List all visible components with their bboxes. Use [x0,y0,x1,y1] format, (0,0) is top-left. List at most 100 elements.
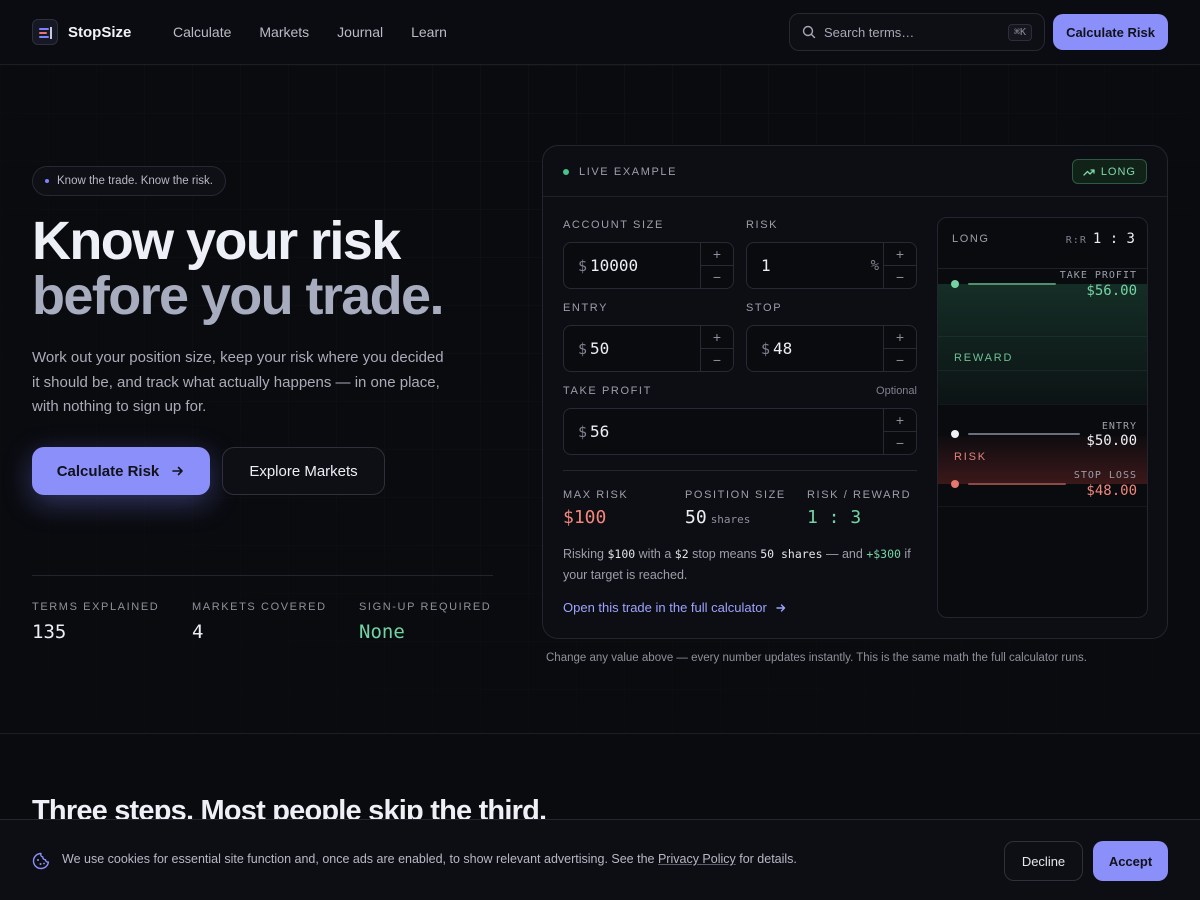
open-full-calculator-link[interactable]: Open this trade in the full calculator [563,600,787,615]
nav-link-calculate[interactable]: Calculate [173,24,231,40]
risk-label: RISK [746,219,779,231]
arrow-right-icon [776,603,785,612]
decline-cookies-button[interactable]: Decline [1004,841,1083,881]
optional-label: Optional [876,385,917,397]
chart-rr: R:R 1 : 3 [1066,231,1135,247]
section-divider [0,733,1200,734]
main-nav: Calculate Markets Journal Learn [173,24,447,40]
account-size-stepper: + − [700,243,733,288]
entry-price: $50.00 [1086,433,1137,449]
stat-value: 4 [192,621,204,643]
increment-button[interactable]: + [884,243,916,266]
nav-link-journal[interactable]: Journal [337,24,383,40]
risk-label: RISK [954,451,987,463]
cookie-text: We use cookies for essential site functi… [62,852,658,866]
stat-markets: MARKETS COVERED 4 [192,601,327,643]
explain-text: — and [822,547,867,561]
increment-button[interactable]: + [701,243,733,266]
direction-badge-label: LONG [1100,165,1136,178]
rr-key: R:R [1065,235,1087,246]
take-profit-price: $56.00 [1086,283,1137,299]
search-box[interactable]: ⌘K [789,13,1045,51]
tagline-text: Know the trade. Know the risk. [57,175,213,187]
risk-input[interactable] [761,256,851,275]
decrement-button[interactable]: − [884,349,916,371]
card-header: LIVE EXAMPLE LONG [543,146,1167,197]
cookie-icon [32,852,50,870]
take-profit-label: TAKE PROFIT [563,385,652,397]
entry-field: $ + − [563,325,734,372]
entry-input[interactable] [590,339,690,358]
stop-stepper: + − [883,326,916,371]
take-profit-marker [951,280,959,288]
stat-value: None [359,621,405,643]
grid-line [938,404,1147,405]
explain-risk-amount: $100 [607,547,636,561]
decrement-button[interactable]: − [701,349,733,371]
search-icon [802,25,816,39]
decrement-button[interactable]: − [884,266,916,288]
hero-headline: Know your risk before you trade. [32,211,445,324]
pill-dot-icon [45,179,49,183]
stop-loss-marker [951,480,959,488]
currency-prefix: $ [761,339,771,358]
position-size-value: 50 shares [685,507,750,528]
take-profit-stepper: + − [883,409,916,454]
stop-input[interactable] [773,339,873,358]
max-risk-label: MAX RISK [563,489,629,501]
stats-divider [32,575,493,576]
chart-direction: LONG [952,233,990,245]
privacy-policy-link[interactable]: Privacy Policy [658,852,736,866]
live-example-label: LIVE EXAMPLE [563,166,677,178]
header-calculate-risk-button[interactable]: Calculate Risk [1053,14,1168,50]
brand-name: StopSize [68,23,132,41]
entry-line [968,433,1080,435]
take-profit-input[interactable] [590,422,690,441]
position-size-label: POSITION SIZE [685,489,786,501]
explain-stop-distance: $2 [674,547,689,561]
explain-profit: +$300 [866,547,901,561]
nav-link-markets[interactable]: Markets [259,24,309,40]
increment-button[interactable]: + [884,409,916,432]
increment-button[interactable]: + [701,326,733,349]
explain-shares: 50 shares [760,547,823,561]
brand-logo[interactable]: StopSize [32,19,131,45]
direction-badge[interactable]: LONG [1071,159,1147,184]
search-input[interactable] [824,24,994,40]
grid-line [938,506,1147,507]
site-header: StopSize Calculate Markets Journal Learn… [0,0,1200,65]
stop-label: STOP [746,302,783,314]
entry-marker [951,430,959,438]
accept-cookies-button[interactable]: Accept [1093,841,1168,881]
increment-button[interactable]: + [884,326,916,349]
stat-value: 135 [32,621,67,643]
level-label: TAKE PROFIT [1059,270,1137,281]
decrement-button[interactable]: − [701,266,733,288]
level-label: ENTRY [1101,421,1137,432]
headline-line-1: Know your risk [32,211,401,271]
position-size-number: 50 [685,507,707,528]
reward-zone [938,284,1147,404]
calculator-note: Change any value above — every number up… [546,652,1087,664]
live-calculator-card: LIVE EXAMPLE LONG ACCOUNT SIZE $ + − RIS… [542,145,1168,639]
explain-text: Risking [563,547,608,561]
cookie-banner: We use cookies for essential site functi… [0,819,1200,900]
stop-field: $ + − [746,325,917,372]
nav-link-learn[interactable]: Learn [411,24,447,40]
risk-reward-label: RISK / REWARD [807,489,912,501]
stop-loss-price: $48.00 [1086,483,1137,499]
currency-prefix: $ [578,422,588,441]
take-profit-line [968,283,1056,285]
grid-line [938,370,1147,371]
hero-calculate-risk-button[interactable]: Calculate Risk [32,447,210,495]
explore-markets-button[interactable]: Explore Markets [222,447,385,495]
reward-label: REWARD [954,352,1014,364]
account-size-input[interactable] [590,256,690,275]
search-shortcut-badge: ⌘K [1007,23,1032,41]
account-size-label: ACCOUNT SIZE [563,219,664,231]
level-label: STOP LOSS [1073,470,1137,481]
decrement-button[interactable]: − [884,432,916,454]
live-status-dot [563,169,569,175]
results-divider [563,470,917,471]
trend-up-icon [1083,168,1095,176]
